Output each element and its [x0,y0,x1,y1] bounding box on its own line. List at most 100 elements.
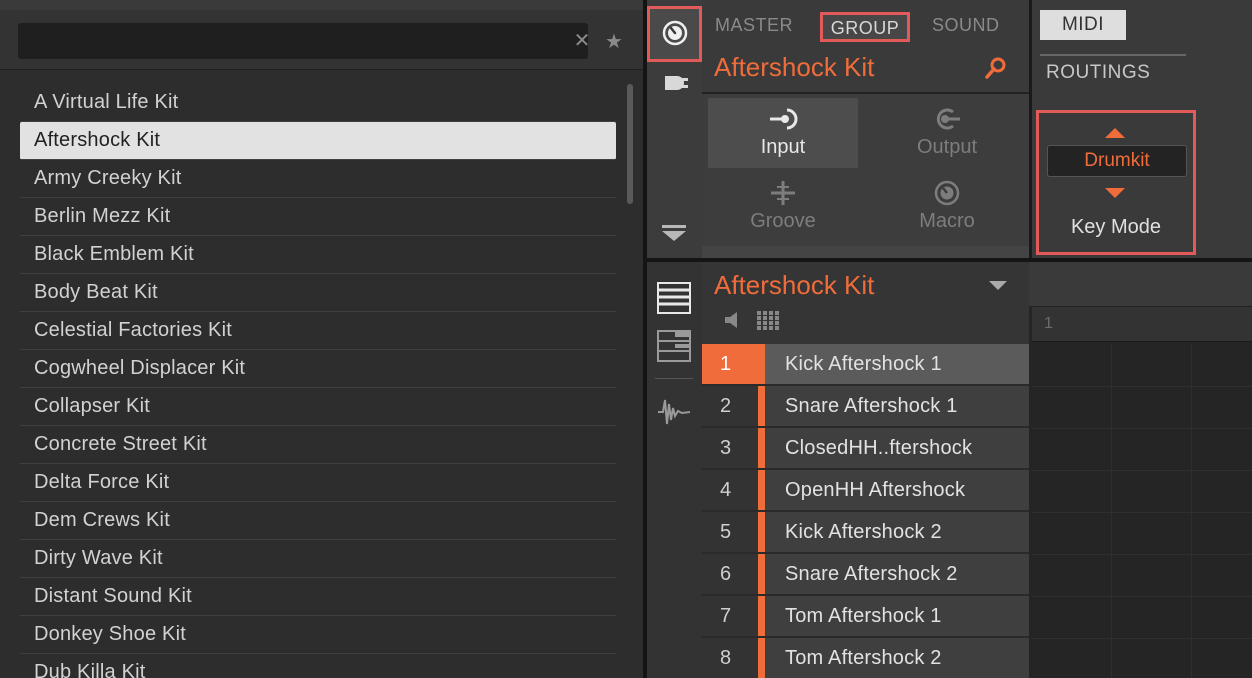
groove-button[interactable]: Groove [708,172,858,242]
kit-list-item[interactable]: Body Beat Kit [20,274,616,312]
pad-color-strip [758,638,765,678]
pad-color-strip [758,596,765,636]
midi-panel: MIDI ROUTINGS Drumkit Key Mode [1032,0,1252,258]
favorite-star-icon[interactable]: ★ [602,30,626,54]
kit-list-item[interactable]: A Virtual Life Kit [20,84,616,122]
kit-list-item[interactable]: Army Creeky Kit [20,160,616,198]
group-mode-buttons: Input Output Groove Macro [702,94,1029,258]
group-properties-panel: MASTER GROUP SOUND Aftershock Kit Input … [702,0,1029,258]
pad-number: 2 [702,386,758,426]
properties-knob-button[interactable] [647,6,702,62]
tab-group[interactable]: GROUP [820,12,910,42]
grid-line [1032,470,1252,471]
search-icon[interactable] [984,56,1008,80]
waveform-icon[interactable] [657,396,691,428]
pad-color-strip [758,428,765,468]
pad-row[interactable]: 6 Snare Aftershock 2 [702,554,1029,596]
arrow-down-icon[interactable] [660,222,688,244]
pattern-editor-top [1029,262,1252,306]
tab-master[interactable]: MASTER [715,12,793,42]
search-row: ✕ ★ [0,10,643,70]
clear-search-icon[interactable]: ✕ [570,29,594,53]
groove-icon [771,181,795,205]
kit-list-item[interactable]: Dub Killa Kit [20,654,616,678]
pad-row[interactable]: 2 Snare Aftershock 1 [702,386,1029,428]
grid-icon[interactable] [756,310,780,332]
search-box[interactable]: ✕ [18,23,590,59]
grid-line [1032,638,1252,639]
timeline-ruler[interactable]: 1 [1032,306,1252,342]
kit-list-item[interactable]: Black Emblem Kit [20,236,616,274]
pad-number: 7 [702,596,758,636]
pad-name: ClosedHH..ftershock [785,437,973,459]
tab-sound[interactable]: SOUND [932,12,1000,42]
key-mode-selector[interactable]: Drumkit [1047,145,1187,177]
pad-name: Tom Aftershock 1 [785,605,942,627]
knob-icon [662,20,688,46]
pad-row[interactable]: 1 Kick Aftershock 1 [702,344,1029,386]
grid-line [1032,512,1252,513]
kit-list-item[interactable]: Donkey Shoe Kit [20,616,616,654]
pad-list-header: Aftershock Kit [702,262,1029,344]
kit-list: A Virtual Life Kit Aftershock Kit Army Cre… [20,84,616,678]
kit-list-item[interactable]: Dem Crews Kit [20,502,616,540]
pad-name: Snare Aftershock 1 [785,395,958,417]
pad-row[interactable]: 3 ClosedHH..ftershock [702,428,1029,470]
grid-line [1191,344,1192,678]
pad-color-strip [758,386,765,426]
kit-list-item[interactable]: Celestial Factories Kit [20,312,616,350]
grid-line [1032,596,1252,597]
pad-row[interactable]: 8 Tom Aftershock 2 [702,638,1029,678]
pad-name: Kick Aftershock 1 [785,353,942,375]
search-input[interactable] [28,23,548,59]
side-separator [655,378,693,379]
pad-number: 8 [702,638,758,678]
output-button[interactable]: Output [872,98,1022,168]
grid-line [1032,554,1252,555]
grid-line [1111,344,1112,678]
tab-midi[interactable]: MIDI [1040,10,1126,40]
pad-group-title[interactable]: Aftershock Kit [714,270,874,301]
pad-row[interactable]: 5 Kick Aftershock 2 [702,512,1029,554]
mute-icon[interactable] [722,310,742,330]
groove-label: Groove [750,210,816,232]
list-view-icon[interactable] [657,282,691,314]
kit-list-item[interactable]: Delta Force Kit [20,464,616,502]
key-mode-control: Drumkit Key Mode [1036,110,1196,255]
key-mode-label: Key Mode [1070,216,1162,238]
kit-list-item[interactable]: Dirty Wave Kit [20,540,616,578]
group-name-title[interactable]: Aftershock Kit [714,52,874,83]
chevron-up-icon[interactable] [1105,127,1125,139]
output-label: Output [916,136,978,158]
kit-list-item[interactable]: Cogwheel Displacer Kit [20,350,616,388]
kit-list-item[interactable]: Berlin Mezz Kit [20,198,616,236]
macro-icon [934,180,960,206]
list-scrollbar[interactable] [627,84,633,204]
pattern-editor: 1 [1029,262,1252,678]
kit-list-item[interactable]: Collapser Kit [20,388,616,426]
routings-label[interactable]: ROUTINGS [1046,62,1150,84]
browser-panel: ✕ ★ A Virtual Life Kit Aftershock Kit Army… [0,0,643,678]
macro-label: Macro [919,210,975,232]
pad-color-strip [758,470,765,510]
input-button[interactable]: Input [708,98,858,168]
keyboard-view-icon[interactable] [657,330,691,362]
output-icon [936,108,960,130]
kit-list-item[interactable]: Aftershock Kit [20,122,616,160]
pad-row[interactable]: 4 OpenHH Aftershock [702,470,1029,512]
dropdown-icon[interactable] [988,280,1008,292]
pad-name: Kick Aftershock 2 [785,521,942,543]
group-bottom-strip [702,246,1029,258]
input-label: Input [760,136,806,158]
pad-name: Tom Aftershock 2 [785,647,942,669]
pad-row[interactable]: 7 Tom Aftershock 1 [702,596,1029,638]
pad-name: Snare Aftershock 2 [785,563,958,585]
pad-number: 4 [702,470,758,510]
plug-icon[interactable] [661,72,689,94]
chevron-down-icon[interactable] [1105,187,1125,199]
macro-button[interactable]: Macro [872,172,1022,242]
kit-list-item[interactable]: Distant Sound Kit [20,578,616,616]
side-top-section [647,0,702,258]
kit-list-item[interactable]: Concrete Street Kit [20,426,616,464]
pad-number: 5 [702,512,758,552]
